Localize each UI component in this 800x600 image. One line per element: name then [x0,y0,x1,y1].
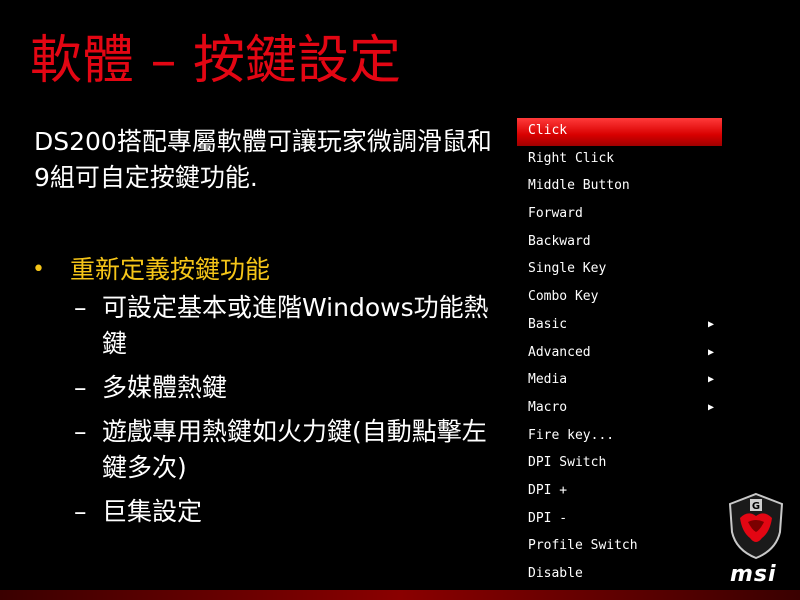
menu-item-label: Forward [528,206,583,222]
bullet-item-main: • 重新定義按鍵功能 [30,250,500,290]
menu-item-label: Basic [528,316,568,332]
sub-item-marker: – [74,497,87,526]
menu-item-label: Right Click [528,150,615,166]
sub-item-game-hotkeys: – 遊戲專用熱鍵如火力鍵(自動點擊左鍵多次) [30,414,500,486]
button-function-menu: Click Right Click Middle Button Forward … [517,118,722,596]
presentation-slide: 軟體 – 按鍵設定 DS200搭配專屬軟體可讓玩家微調滑鼠和9組可自定按鍵功能.… [0,0,800,600]
menu-item-label: Middle Button [528,178,630,194]
menu-item-label: Profile Switch [528,538,638,554]
menu-item-macro[interactable]: Macro ▶ [517,395,722,423]
menu-item-combo-key[interactable]: Combo Key [517,284,722,312]
menu-item-label: Fire key... [528,427,615,443]
sub-bullet-list: – 可設定基本或進階Windows功能熱鍵 – 多媒體熱鍵 – 遊戲專用熱鍵如火… [30,290,500,530]
bullet-main-label: 重新定義按鍵功能 [70,255,271,284]
menu-item-label: DPI Switch [528,455,607,471]
menu-item-label: Advanced [528,344,591,360]
menu-item-forward[interactable]: Forward [517,201,722,229]
menu-item-backward[interactable]: Backward [517,229,722,257]
sub-item-windows-hotkeys: – 可設定基本或進階Windows功能熱鍵 [30,290,500,362]
menu-item-dpi-minus[interactable]: DPI - [517,506,722,534]
menu-item-click[interactable]: Click [517,118,722,146]
menu-item-label: Click [528,123,568,138]
menu-item-dpi-plus[interactable]: DPI + [517,478,722,506]
submenu-arrow-icon: ▶ [707,374,714,386]
menu-item-label: Macro [528,399,568,415]
sub-item-marker: – [74,417,87,446]
sub-item-label: 可設定基本或進階Windows功能熱鍵 [102,293,489,358]
menu-item-middle-button[interactable]: Middle Button [517,173,722,201]
sub-item-label: 遊戲專用熱鍵如火力鍵(自動點擊左鍵多次) [102,417,487,482]
sub-item-label: 巨集設定 [102,497,203,526]
sub-item-media-hotkeys: – 多媒體熱鍵 [30,370,500,406]
menu-item-basic[interactable]: Basic ▶ [517,312,722,340]
menu-item-label: DPI - [528,510,568,526]
bullet-list: • 重新定義按鍵功能 – 可設定基本或進階Windows功能熱鍵 – 多媒體熱鍵… [30,250,500,538]
menu-item-label: Disable [528,566,583,581]
menu-item-profile-switch[interactable]: Profile Switch [517,533,722,561]
brand-logo-text: msi [730,562,777,587]
slide-title: 軟體 – 按鍵設定 [30,31,402,91]
msi-gaming-dragon-shield-icon: G [728,492,784,560]
menu-item-advanced[interactable]: Advanced ▶ [517,340,722,368]
menu-item-right-click[interactable]: Right Click [517,146,722,174]
sub-item-macro: – 巨集設定 [30,494,500,530]
sub-list-container: – 可設定基本或進階Windows功能熱鍵 – 多媒體熱鍵 – 遊戲專用熱鍵如火… [30,290,500,530]
logo-letter: G [752,501,760,512]
submenu-arrow-icon: ▶ [707,318,714,330]
bottom-accent-bar [0,590,800,600]
submenu-arrow-icon: ▶ [707,346,714,358]
sub-item-marker: – [74,373,87,402]
menu-item-label: DPI + [528,482,568,498]
menu-item-label: Single Key [528,261,607,277]
sub-item-marker: – [74,293,87,322]
menu-item-media[interactable]: Media ▶ [517,367,722,395]
menu-item-label: Combo Key [528,289,599,305]
bullet-marker: • [32,257,45,282]
intro-paragraph: DS200搭配專屬軟體可讓玩家微調滑鼠和9組可自定按鍵功能. [34,127,492,192]
menu-item-label: Backward [528,233,591,249]
menu-item-disable[interactable]: Disable [517,561,722,589]
menu-item-single-key[interactable]: Single Key [517,256,722,284]
submenu-arrow-icon: ▶ [707,401,714,413]
menu-item-dpi-switch[interactable]: DPI Switch [517,450,722,478]
sub-item-label: 多媒體熱鍵 [102,373,228,402]
menu-item-fire-key[interactable]: Fire key... [517,423,722,451]
menu-item-label: Media [528,372,568,388]
